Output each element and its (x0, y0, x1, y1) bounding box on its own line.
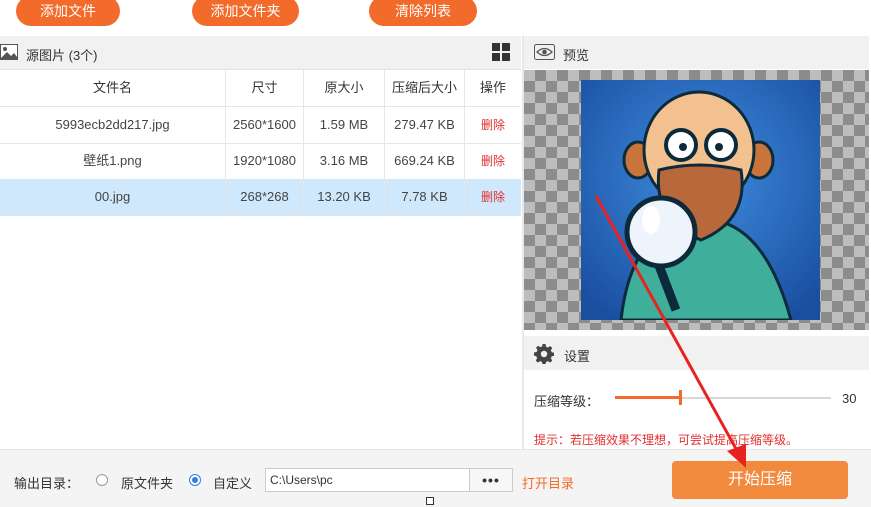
compression-level-label: 压缩等级： (534, 394, 600, 409)
slider-thumb[interactable] (679, 390, 682, 405)
file-original-size: 3.16 MB (304, 143, 385, 179)
file-compressed-size: 7.78 KB (385, 179, 465, 215)
output-path-input[interactable] (265, 468, 470, 492)
slider-fill (615, 396, 680, 399)
settings-title: 设置 (564, 349, 591, 364)
file-dimensions: 1920*1080 (226, 143, 304, 179)
preview-image (581, 80, 820, 320)
radio-original-folder-label[interactable]: 原文件夹 (121, 473, 173, 492)
eye-icon (534, 44, 555, 60)
image-icon (0, 44, 18, 60)
preview-title: 预览 (563, 48, 590, 63)
table-header: 文件名 尺寸 原大小 压缩后大小 操作 (0, 70, 521, 107)
column-header-original-size: 原大小 (304, 70, 385, 106)
column-header-compressed-size: 压缩后大小 (385, 70, 465, 106)
add-file-button[interactable]: 添加文件 (16, 0, 120, 26)
table-row[interactable]: 壁纸1.png 1920*1080 3.16 MB 669.24 KB 删除 (0, 143, 521, 180)
source-panel-header: 源图片 (3个) (0, 36, 521, 70)
preview-header: 预览 (524, 36, 869, 69)
compression-level-value: 30 (842, 391, 857, 406)
settings-header: 设置 (524, 336, 869, 370)
file-name: 壁纸1.png (0, 143, 226, 179)
radio-custom-folder-label[interactable]: 自定义 (213, 473, 252, 492)
compression-tip: 提示：若压缩效果不理想，可尝试提高压缩等级。 (534, 433, 799, 447)
open-directory-link[interactable]: 打开目录 (522, 473, 574, 492)
file-compressed-size: 279.47 KB (385, 107, 465, 143)
preview-area (524, 70, 869, 330)
delete-link[interactable]: 删除 (465, 143, 521, 179)
compression-level-slider[interactable] (615, 390, 831, 405)
add-folder-button[interactable]: 添加文件夹 (192, 0, 299, 26)
file-name: 5993ecb2dd217.jpg (0, 107, 226, 143)
delete-link-label[interactable]: 删除 (481, 190, 505, 204)
delete-link[interactable]: 删除 (465, 107, 521, 143)
file-dimensions: 268*268 (226, 179, 304, 215)
grid-icon[interactable] (492, 43, 511, 62)
radio-original-folder[interactable] (96, 474, 108, 486)
output-dir-label: 输出目录： (14, 476, 80, 491)
radio-custom-folder[interactable] (189, 474, 201, 486)
file-original-size: 13.20 KB (304, 179, 385, 215)
table-row[interactable]: 5993ecb2dd217.jpg 2560*1600 1.59 MB 279.… (0, 107, 521, 144)
gear-icon (534, 344, 554, 364)
table-row-selected[interactable]: 00.jpg 268*268 13.20 KB 7.78 KB 删除 (0, 179, 521, 216)
file-original-size: 1.59 MB (304, 107, 385, 143)
start-compress-button[interactable]: 开始压缩 (672, 461, 848, 499)
column-header-filename: 文件名 (0, 70, 226, 106)
source-panel-title: 源图片 (3个) (26, 48, 98, 63)
file-name: 00.jpg (0, 179, 226, 215)
clear-list-button[interactable]: 清除列表 (369, 0, 477, 26)
column-header-action: 操作 (479, 80, 506, 95)
column-header-dimensions: 尺寸 (226, 70, 304, 106)
cursor-marker (426, 497, 434, 505)
toolbar: 添加文件 添加文件夹 清除列表 (0, 0, 871, 34)
delete-link-label[interactable]: 删除 (481, 118, 505, 132)
file-compressed-size: 669.24 KB (385, 143, 465, 179)
delete-link[interactable]: 删除 (465, 179, 521, 215)
browse-button[interactable]: ••• (470, 468, 513, 492)
delete-link-label[interactable]: 删除 (481, 154, 505, 168)
file-dimensions: 2560*1600 (226, 107, 304, 143)
